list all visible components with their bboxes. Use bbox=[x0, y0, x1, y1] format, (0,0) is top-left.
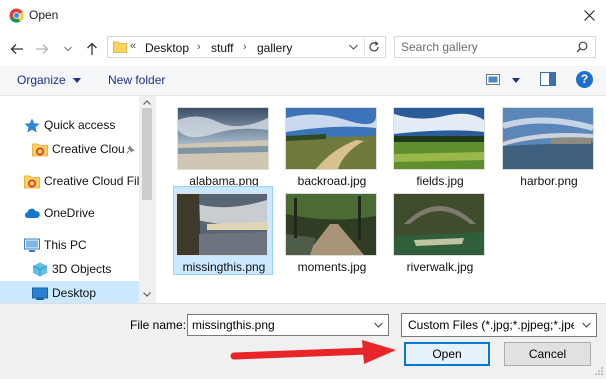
nav-item-label: 3D Objects bbox=[52, 262, 112, 276]
close-icon bbox=[583, 10, 595, 21]
title-bar bbox=[0, 0, 606, 32]
nav-item-creative-cloud-pinned[interactable]: Creative Clou bbox=[0, 137, 139, 161]
refresh-button[interactable] bbox=[364, 38, 383, 56]
nav-item-label: Desktop bbox=[52, 286, 97, 300]
pin-icon bbox=[126, 145, 135, 154]
preview-pane-button[interactable] bbox=[540, 72, 556, 88]
help-button[interactable]: ? bbox=[576, 71, 593, 88]
forward-arrow-icon bbox=[36, 44, 49, 54]
open-button[interactable]: Open bbox=[404, 342, 490, 366]
cancel-button[interactable]: Cancel bbox=[504, 342, 591, 366]
cube-icon bbox=[32, 262, 48, 277]
image-thumbnail bbox=[394, 108, 484, 169]
breadcrumb-stuff[interactable]: stuff bbox=[211, 41, 233, 55]
file-item-alabama[interactable]: alabama.png bbox=[174, 100, 274, 188]
change-view-button[interactable] bbox=[486, 72, 522, 89]
desktop-icon bbox=[32, 287, 48, 300]
nav-item-quick-access[interactable]: Quick access bbox=[0, 113, 139, 137]
annotation-arrow-icon bbox=[230, 340, 396, 364]
file-item-fields[interactable]: fields.jpg bbox=[390, 100, 490, 188]
breadcrumb-separator[interactable]: › bbox=[243, 41, 247, 53]
file-list: alabama.png backroad.jpg fields.jpg harb… bbox=[156, 96, 606, 303]
breadcrumb-desktop[interactable]: Desktop bbox=[145, 41, 189, 55]
nav-item-creative-cloud-files[interactable]: Creative Cloud Fil bbox=[0, 169, 139, 193]
file-name: moments.jpg bbox=[297, 260, 367, 274]
close-button[interactable] bbox=[572, 0, 606, 31]
onedrive-cloud-icon bbox=[24, 208, 40, 218]
nav-item-label: OneDrive bbox=[44, 206, 95, 220]
chevron-down-icon bbox=[373, 322, 383, 328]
folder-icon bbox=[113, 41, 127, 53]
file-name-combobox[interactable] bbox=[187, 314, 389, 336]
search-input[interactable] bbox=[401, 40, 571, 54]
up-arrow-icon bbox=[87, 42, 97, 55]
back-arrow-icon bbox=[10, 44, 23, 54]
file-type-filter-value: Custom Files (*.jpg;*.pjpeg;*.jpeg bbox=[408, 318, 574, 332]
computer-icon bbox=[24, 238, 40, 252]
breadcrumb-separator[interactable]: › bbox=[197, 41, 201, 53]
recent-locations-button[interactable] bbox=[62, 40, 74, 58]
up-button[interactable] bbox=[83, 40, 101, 58]
chrome-icon bbox=[9, 8, 24, 23]
refresh-icon bbox=[369, 41, 379, 52]
file-name: riverwalk.jpg bbox=[406, 260, 474, 274]
back-button[interactable] bbox=[8, 40, 26, 58]
nav-item-desktop[interactable]: Desktop bbox=[0, 281, 139, 303]
new-folder-button[interactable]: New folder bbox=[108, 73, 165, 87]
star-icon bbox=[24, 118, 40, 133]
preview-pane-icon bbox=[540, 72, 556, 86]
scroll-up-icon bbox=[143, 100, 151, 105]
file-name: harbor.png bbox=[520, 174, 578, 188]
address-history-dropdown[interactable] bbox=[346, 39, 360, 55]
search-icon bbox=[576, 41, 588, 53]
breadcrumb-overflow[interactable]: « bbox=[130, 40, 136, 52]
image-thumbnail bbox=[178, 108, 268, 169]
caret-down-icon bbox=[73, 78, 82, 84]
nav-item-this-pc[interactable]: This PC bbox=[0, 233, 139, 257]
nav-item-label: Creative Cloud Fil bbox=[44, 174, 140, 188]
resize-grip-icon[interactable] bbox=[594, 366, 604, 376]
nav-item-label: Quick access bbox=[44, 118, 116, 132]
command-bar: Organize New folder ? bbox=[0, 66, 606, 96]
breadcrumb-gallery[interactable]: gallery bbox=[257, 41, 292, 55]
navigation-pane: Quick access Creative Clou Creative Clou… bbox=[0, 96, 155, 303]
view-large-icons-icon bbox=[486, 74, 500, 85]
chevron-down-icon bbox=[64, 46, 72, 52]
file-name-label: File name: bbox=[130, 318, 187, 332]
creative-cloud-folder-icon bbox=[32, 143, 48, 157]
chevron-down-icon bbox=[348, 44, 358, 50]
address-bar[interactable]: « Desktop › stuff › gallery bbox=[107, 36, 386, 58]
organize-label: Organize bbox=[17, 73, 66, 87]
file-item-missingthis[interactable]: missingthis.png bbox=[173, 186, 273, 275]
file-name-input[interactable] bbox=[192, 318, 364, 332]
image-thumbnail bbox=[286, 194, 376, 255]
file-name: missingthis.png bbox=[182, 260, 266, 274]
window-title: Open bbox=[29, 8, 59, 22]
file-name-dropdown-button[interactable] bbox=[370, 317, 386, 333]
file-type-filter-select[interactable]: Custom Files (*.jpg;*.pjpeg;*.jpeg bbox=[401, 313, 597, 337]
nav-item-label: This PC bbox=[44, 238, 87, 252]
file-item-harbor[interactable]: harbor.png bbox=[499, 100, 599, 188]
image-thumbnail bbox=[177, 194, 267, 255]
image-thumbnail bbox=[503, 108, 593, 169]
caret-down-icon bbox=[512, 78, 520, 83]
nav-item-label: Creative Clou bbox=[52, 142, 125, 156]
nav-item-onedrive[interactable]: OneDrive bbox=[0, 201, 139, 225]
file-item-backroad[interactable]: backroad.jpg bbox=[282, 100, 382, 188]
chevron-down-icon bbox=[581, 322, 591, 328]
file-item-riverwalk[interactable]: riverwalk.jpg bbox=[390, 186, 490, 274]
search-box[interactable] bbox=[394, 36, 596, 58]
organize-button[interactable]: Organize bbox=[17, 73, 82, 87]
image-thumbnail bbox=[394, 194, 484, 255]
scrollbar-thumb[interactable] bbox=[142, 108, 152, 200]
file-type-dropdown-button[interactable] bbox=[578, 317, 594, 333]
image-thumbnail bbox=[286, 108, 376, 169]
forward-button[interactable] bbox=[33, 40, 51, 58]
creative-cloud-folder-icon bbox=[24, 175, 40, 189]
file-item-moments[interactable]: moments.jpg bbox=[282, 186, 382, 274]
scroll-down-icon bbox=[143, 292, 151, 297]
nav-item-3d-objects[interactable]: 3D Objects bbox=[0, 257, 139, 281]
